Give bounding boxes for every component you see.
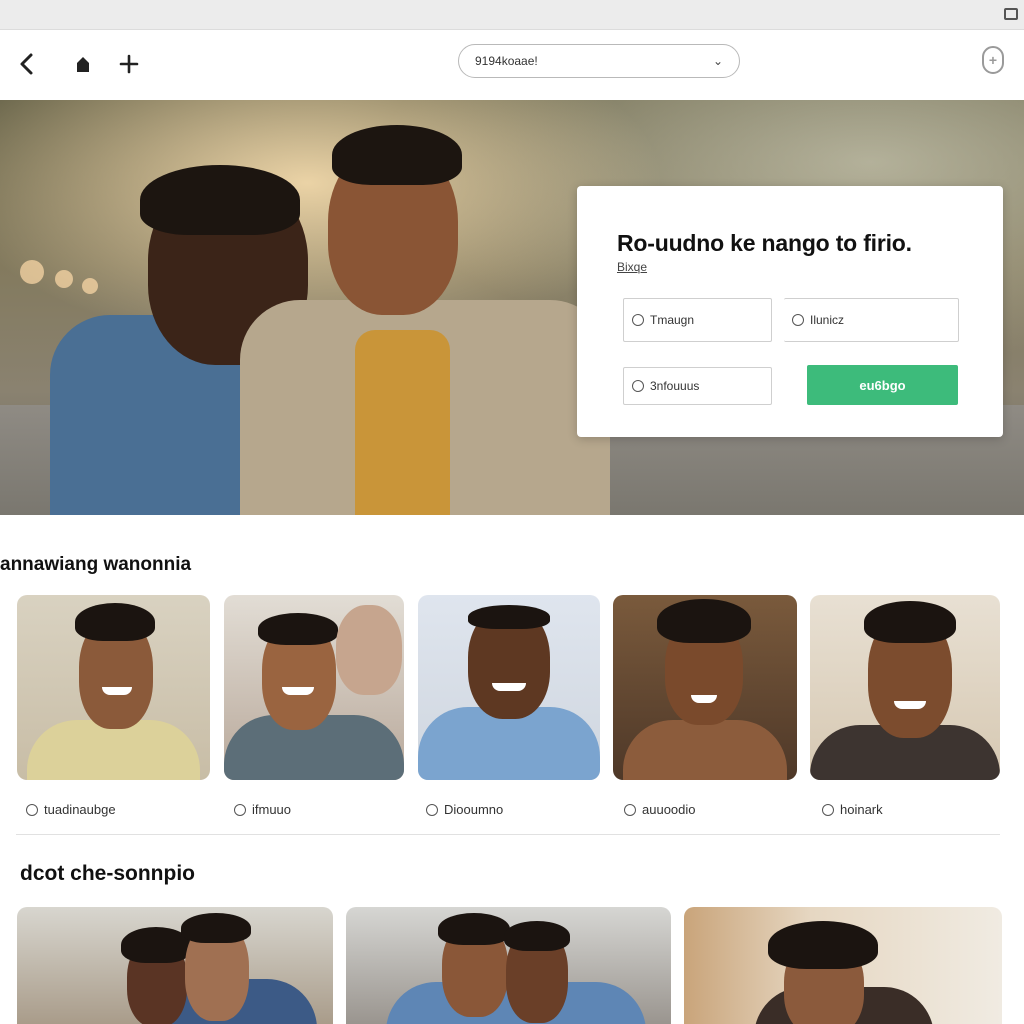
profile-photo[interactable] — [810, 595, 1000, 780]
status-icon — [624, 803, 636, 816]
couple-photo[interactable] — [17, 907, 333, 1024]
profile-photo[interactable] — [224, 595, 404, 780]
person-icon — [632, 314, 644, 326]
chevron-down-icon[interactable]: ⌄ — [713, 54, 723, 68]
profile-card-label[interactable]: auuoodio — [624, 802, 696, 817]
profile-photo[interactable] — [17, 595, 210, 780]
first-name-field[interactable]: Tmaugn — [623, 298, 772, 342]
section-divider — [16, 834, 1000, 835]
back-arrow-icon[interactable] — [10, 47, 44, 81]
profile-card-label[interactable]: Diooumno — [426, 802, 503, 817]
profile-card-label[interactable]: tuadinaubge — [26, 802, 116, 817]
couple-photo[interactable] — [684, 907, 1002, 1024]
section-title-people: annawiang wanonnia — [0, 554, 192, 575]
first-name-placeholder: Tmaugn — [650, 313, 695, 327]
url-text: 9194koaae! — [475, 54, 538, 68]
browser-titlebar — [0, 0, 1024, 30]
second-field-placeholder: Ilunicz — [810, 313, 845, 327]
profile-icon[interactable]: + — [982, 46, 1004, 74]
profile-photo[interactable] — [613, 595, 797, 780]
status-icon — [822, 803, 834, 816]
couple-photo[interactable] — [346, 907, 671, 1024]
plus-icon[interactable] — [112, 47, 146, 81]
profile-photo[interactable] — [418, 595, 600, 780]
signup-button[interactable]: eu6bgo — [807, 365, 958, 405]
second-field[interactable]: Ilunicz — [784, 298, 959, 342]
profile-card-label[interactable]: hoinark — [822, 802, 883, 817]
signup-subtitle-link[interactable]: Bixqe — [617, 260, 647, 274]
hero-banner: Ro-uudno ke nango to firio. Bixqe Tmaugn… — [0, 100, 1024, 515]
signup-title: Ro-uudno ke nango to firio. — [617, 230, 912, 256]
third-field-placeholder: 3nfouuus — [650, 379, 700, 393]
address-bar[interactable]: 9194koaae! ⌄ — [458, 44, 740, 78]
hero-person-right — [240, 120, 610, 515]
signup-card: Ro-uudno ke nango to firio. Bixqe Tmaugn… — [577, 186, 1003, 437]
info-icon — [632, 380, 644, 392]
status-icon — [234, 803, 246, 816]
status-icon — [426, 803, 438, 816]
status-icon — [26, 803, 38, 816]
third-field[interactable]: 3nfouuus — [623, 367, 772, 405]
window-restore-icon[interactable] — [1004, 8, 1018, 20]
lock-icon[interactable] — [66, 47, 100, 81]
browser-toolbar: 9194koaae! ⌄ + — [0, 30, 1024, 100]
location-icon — [792, 314, 804, 326]
section-title-couples: dcot che-sonnpio — [20, 862, 195, 885]
profile-card-label[interactable]: ifmuuo — [234, 802, 291, 817]
